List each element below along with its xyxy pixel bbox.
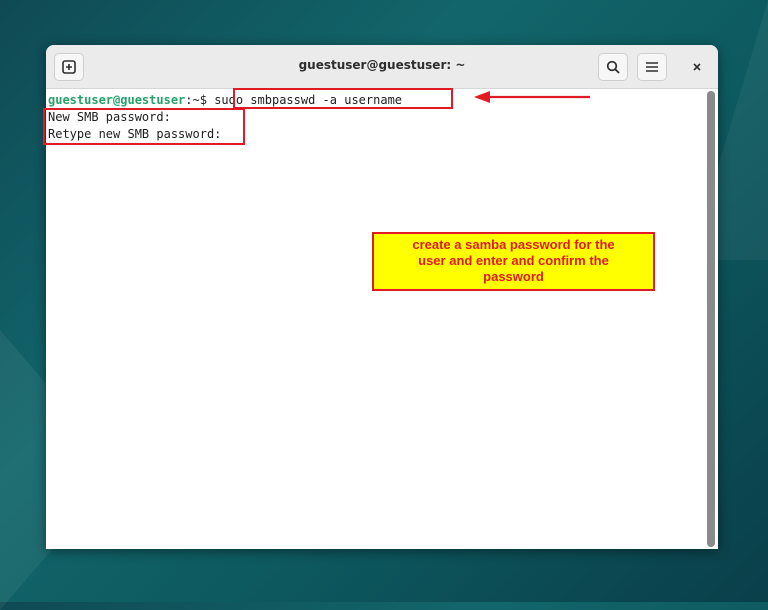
annotation-line: password bbox=[483, 269, 544, 284]
annotation-line: create a samba password for the bbox=[412, 237, 615, 252]
output-highlight-box bbox=[43, 108, 245, 145]
terminal-output[interactable]: guestuser@guestuser:~$ sudo smbpasswd -a… bbox=[46, 89, 706, 549]
command-highlight-box bbox=[233, 88, 453, 109]
close-icon bbox=[693, 63, 701, 71]
title-bar: guestuser@guestuser: ~ bbox=[46, 45, 718, 89]
annotation-callout: create a samba password for the user and… bbox=[372, 232, 655, 291]
hamburger-menu-icon bbox=[646, 62, 658, 72]
scrollbar[interactable] bbox=[707, 91, 715, 547]
menu-button[interactable] bbox=[637, 53, 667, 81]
close-button[interactable] bbox=[684, 53, 710, 81]
annotation-line: user and enter and confirm the bbox=[418, 253, 609, 268]
prompt-path: :~$ bbox=[185, 93, 215, 107]
scrollbar-thumb[interactable] bbox=[707, 91, 715, 547]
arrow-left-icon bbox=[474, 91, 590, 103]
search-icon bbox=[606, 60, 620, 74]
search-button[interactable] bbox=[598, 53, 628, 81]
prompt-user: guestuser@guestuser bbox=[48, 93, 186, 107]
